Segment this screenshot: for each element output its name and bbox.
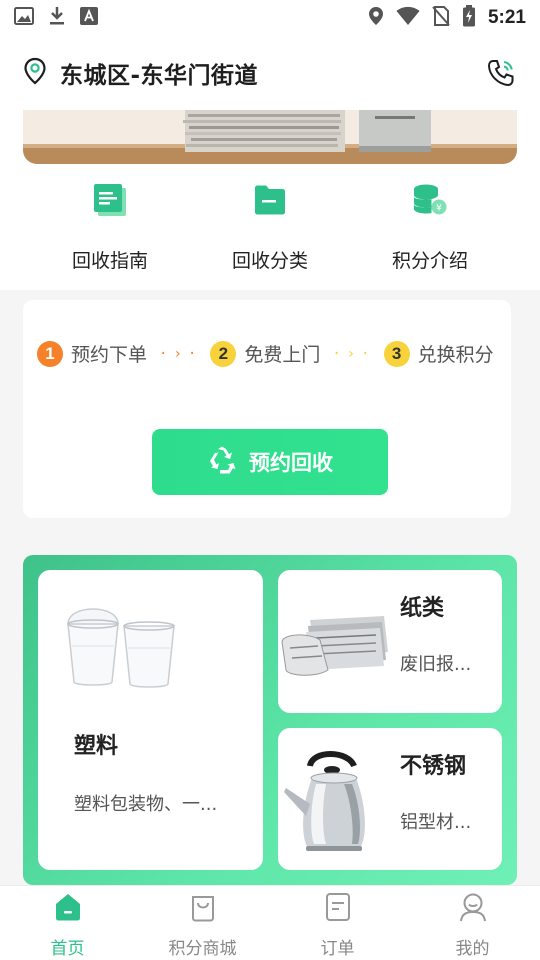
- nav-item-profile[interactable]: 我的: [405, 886, 540, 960]
- nav-item-orders[interactable]: 订单: [270, 886, 405, 960]
- step-label: 免费上门: [244, 344, 321, 366]
- plastic-cups-image: [64, 594, 180, 694]
- category-desc: 塑料包装物、一...: [74, 794, 218, 815]
- quick-item-category[interactable]: 回收分类: [200, 180, 340, 273]
- home-icon: [53, 892, 83, 926]
- location-pin-icon[interactable]: [22, 57, 48, 89]
- steps-card: 1 预约下单 ·›· 2 免费上门 ·›· 3 兑换积分 预约回收: [23, 300, 511, 518]
- steel-kettle-image: [282, 744, 382, 860]
- step-arrow-icon: ·›·: [332, 345, 376, 362]
- location-title[interactable]: 东城区-东华门街道: [60, 56, 258, 90]
- quick-label: 积分介绍: [391, 250, 468, 272]
- reserve-button-label: 预约回收: [249, 451, 333, 475]
- coin-stack-icon: ¥: [410, 180, 450, 220]
- a-box-icon: [80, 7, 98, 29]
- step-arrow-icon: ·›·: [159, 345, 203, 362]
- step-number: 2: [210, 340, 237, 367]
- user-icon: [458, 892, 488, 926]
- reserve-recycle-button[interactable]: 预约回收: [152, 429, 388, 495]
- step-number: 1: [37, 340, 63, 367]
- category-card-plastic[interactable]: 塑料 塑料包装物、一...: [38, 570, 263, 870]
- steps-row: 1 预约下单 ·›· 2 免费上门 ·›· 3 兑换积分: [37, 340, 494, 367]
- step-label: 兑换积分: [417, 344, 494, 366]
- shopping-bag-icon: [188, 892, 218, 926]
- step-redeem: 3 兑换积分: [383, 340, 494, 367]
- newspaper-stack-image: [280, 612, 390, 684]
- nav-label: 我的: [455, 939, 490, 959]
- quick-item-points[interactable]: ¥ 积分介绍: [360, 180, 500, 273]
- nav-item-home[interactable]: 首页: [0, 886, 135, 960]
- guide-doc-icon: [90, 180, 130, 220]
- recycle-icon: [207, 446, 249, 479]
- svg-text:¥: ¥: [436, 204, 442, 214]
- step-number: 3: [383, 340, 410, 367]
- banner-image[interactable]: [23, 110, 517, 164]
- nav-label: 积分商城: [168, 939, 237, 959]
- location-pin-icon: [368, 6, 384, 30]
- category-desc: 铝型材...: [400, 812, 472, 833]
- status-bar: 5:21: [0, 0, 540, 36]
- quick-label: 回收分类: [231, 250, 308, 272]
- status-time: 5:21: [487, 7, 526, 28]
- download-icon: [48, 6, 66, 30]
- quick-menu: 回收指南 回收分类 ¥ 积分介绍: [0, 180, 540, 273]
- category-desc: 废旧报...: [400, 654, 472, 675]
- battery-charging-icon: [462, 5, 476, 31]
- quick-item-guide[interactable]: 回收指南: [40, 180, 180, 273]
- step-order: 1 预约下单: [37, 340, 147, 367]
- bottom-nav: 首页 积分商城 订单 我的: [0, 885, 540, 960]
- wifi-icon: [396, 6, 420, 30]
- order-doc-icon: [323, 892, 353, 926]
- header: 东城区-东华门街道: [0, 36, 540, 110]
- category-card-paper[interactable]: 纸类 废旧报...: [278, 570, 502, 713]
- category-panel: 塑料 塑料包装物、一... 纸类 废旧报... 不锈钢 铝型材...: [23, 555, 517, 885]
- phone-ringing-icon[interactable]: [484, 56, 518, 90]
- nav-label: 订单: [320, 939, 355, 959]
- step-pickup: 2 免费上门: [210, 340, 320, 367]
- category-card-steel[interactable]: 不锈钢 铝型材...: [278, 728, 502, 870]
- quick-label: 回收指南: [71, 250, 148, 272]
- category-name: 纸类: [400, 596, 445, 621]
- image-icon: [14, 7, 34, 29]
- folder-icon: [250, 180, 290, 220]
- category-name: 塑料: [74, 734, 119, 759]
- nav-label: 首页: [50, 939, 85, 959]
- step-label: 预约下单: [71, 344, 148, 366]
- nav-item-points-mall[interactable]: 积分商城: [135, 886, 270, 960]
- category-name: 不锈钢: [400, 754, 467, 779]
- no-sim-icon: [432, 6, 450, 30]
